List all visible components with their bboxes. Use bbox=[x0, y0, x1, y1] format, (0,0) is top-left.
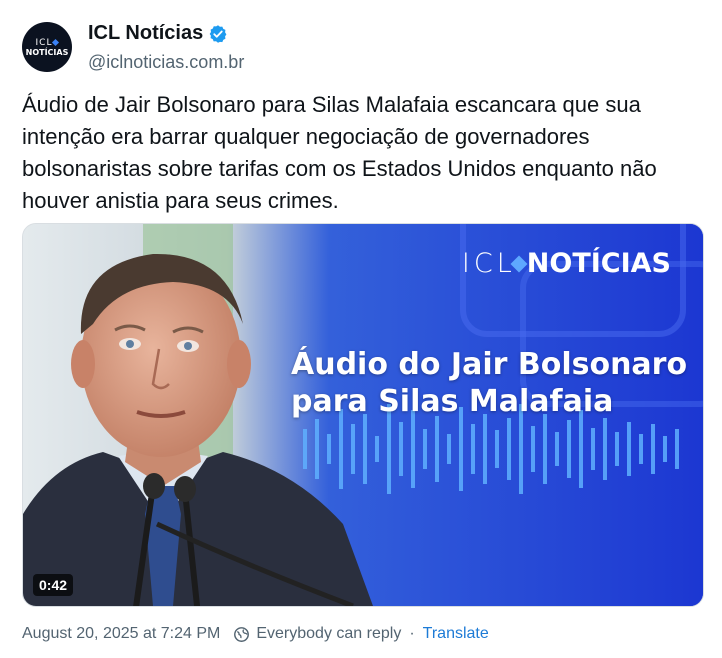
media-headline-line1: Áudio do Jair Bolsonaro bbox=[291, 347, 688, 382]
media-headline-line2: para Silas Malafaia bbox=[291, 384, 614, 419]
reply-setting-label: Everybody can reply bbox=[256, 625, 402, 642]
verified-badge-icon bbox=[209, 24, 227, 43]
author-name-row: ICL Notícias bbox=[88, 22, 228, 45]
post: ICL NOTÍCIAS ICL Notícias @iclnoticias.c… bbox=[0, 0, 722, 658]
media-brand-logo: ICL NOTÍCIAS bbox=[462, 248, 671, 279]
avatar-text-top: ICL bbox=[35, 37, 53, 48]
video-duration-badge: 0:42 bbox=[33, 574, 74, 596]
video-player[interactable]: ICL NOTÍCIAS Áudio do Jair Bolsonaro par… bbox=[22, 223, 704, 607]
brand-icl-text: ICL bbox=[461, 248, 516, 279]
reply-setting[interactable]: Everybody can reply bbox=[233, 625, 401, 643]
post-timestamp[interactable]: August 20, 2025 at 7:24 PM bbox=[22, 625, 220, 643]
post-text: Áudio de Jair Bolsonaro para Silas Malaf… bbox=[22, 92, 657, 213]
footer-separator: · bbox=[409, 625, 415, 642]
brand-noticias-text: NOTÍCIAS bbox=[526, 248, 671, 279]
avatar[interactable]: ICL NOTÍCIAS bbox=[22, 22, 72, 72]
translate-link[interactable]: Translate bbox=[423, 625, 489, 643]
post-footer: August 20, 2025 at 7:24 PM Everybody can… bbox=[22, 625, 489, 643]
avatar-text-bottom: NOTÍCIAS bbox=[25, 47, 69, 57]
globe-icon bbox=[234, 626, 250, 642]
logo-diamond-icon bbox=[52, 38, 60, 46]
author-name[interactable]: ICL Notícias bbox=[88, 22, 203, 45]
media-headline: Áudio do Jair Bolsonaro para Silas Malaf… bbox=[291, 346, 691, 420]
author-handle[interactable]: @iclnoticias.com.br bbox=[88, 52, 244, 73]
